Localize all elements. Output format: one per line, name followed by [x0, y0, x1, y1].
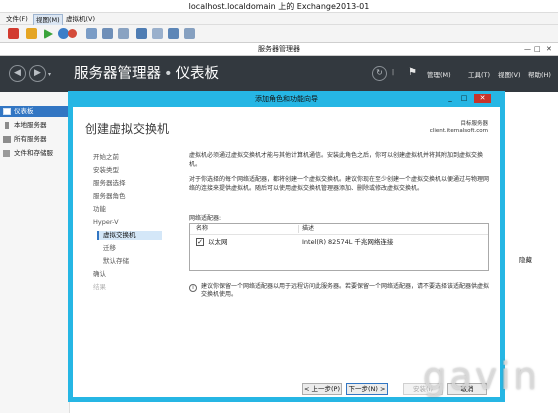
breadcrumb-separator: •	[164, 66, 173, 82]
step-server-roles[interactable]: 服务器角色	[93, 192, 126, 201]
adapter-name: 以太网	[208, 238, 228, 246]
refresh-icon[interactable]: ↻	[372, 66, 387, 81]
destination-label: 目标服务器	[460, 121, 488, 127]
sidebar-item-dashboard[interactable]: 仪表板	[0, 106, 70, 117]
maximize-icon[interactable]: □	[534, 43, 541, 56]
server-manager-header: ◀ ▶ ▾ 服务器管理器 • 仪表板 ↻ | ⚑ 管理(M) 工具(T) 视图(V)…	[0, 56, 558, 92]
vm-toolbar	[0, 25, 558, 43]
vm-window-title: localhost.localdomain 上的 Exchange2013-01	[0, 0, 558, 13]
sidebar-item-label: 仪表板	[14, 107, 34, 115]
step-installation-type[interactable]: 安装类型	[93, 166, 119, 175]
column-header-description[interactable]: 描述	[302, 224, 314, 234]
step-migration[interactable]: 迁移	[103, 244, 116, 253]
maximize-icon[interactable]: □	[459, 94, 469, 103]
previous-button[interactable]: < 上一步(P)	[302, 383, 342, 395]
power-icon[interactable]	[68, 29, 77, 38]
wizard-title: 添加角色和功能向导	[255, 95, 318, 103]
manage-snapshot-icon[interactable]	[118, 28, 129, 39]
breadcrumb-page: 仪表板	[175, 66, 220, 82]
pause-icon[interactable]	[26, 28, 37, 39]
minimize-icon[interactable]: —	[524, 43, 531, 56]
menu-file[interactable]: 文件(F)	[4, 14, 30, 24]
step-default-stores[interactable]: 默认存储	[103, 257, 129, 266]
sidebar-item-label: 文件和存储服	[14, 149, 53, 157]
menu-view-sm[interactable]: 视图(V)	[498, 70, 521, 80]
send-keys-icon[interactable]	[152, 28, 163, 39]
hide-link[interactable]: 隐藏	[519, 254, 532, 264]
info-icon: i	[189, 284, 197, 292]
wizard-content: 虚拟机必须通过虚拟交换机才能与其他计算机通信。安装此角色之后，你可以创建虚拟机并…	[189, 151, 490, 298]
chevron-down-icon[interactable]: ▾	[48, 71, 51, 78]
close-icon[interactable]: ✕	[474, 94, 491, 103]
flag-icon[interactable]: ⚑	[408, 67, 417, 78]
dashboard-icon	[3, 108, 11, 115]
vm-menubar: 文件(F) 视图(M) 虚拟机(V)	[0, 13, 558, 26]
info-message: i 建议你保留一个网络适配器以用于远程访问此服务器。若要保留一个网络适配器，请不…	[189, 283, 489, 299]
back-icon[interactable]: ◀	[9, 65, 26, 82]
refresh-separator: |	[392, 69, 395, 76]
column-header-name[interactable]: 名称	[196, 224, 208, 234]
column-divider	[298, 225, 299, 233]
wizard-body: 创建虚拟交换机 目标服务器 client.iternalsoft.com 开始之…	[73, 107, 500, 397]
breadcrumb-app: 服务器管理器	[74, 66, 161, 82]
menu-tools[interactable]: 工具(T)	[468, 70, 490, 80]
watermark-text: gavin	[423, 355, 540, 398]
close-icon[interactable]: ✕	[546, 43, 552, 56]
revert-icon[interactable]	[102, 28, 113, 39]
sidebar-item-label: 本地服务器	[14, 121, 47, 129]
adapter-description: Intel(R) 82574L 千兆网络连接	[302, 238, 394, 246]
settings-icon[interactable]	[184, 28, 195, 39]
page-title: 服务器管理器 • 仪表板	[74, 64, 219, 84]
step-confirmation[interactable]: 确认	[93, 270, 106, 279]
info-text: 建议你保留一个网络适配器以用于远程访问此服务器。若要保留一个网络适配器，请不要选…	[201, 283, 490, 298]
step-hyper-v[interactable]: Hyper-V	[93, 218, 119, 227]
wizard-titlebar: 添加角色和功能向导 _ □ ✕	[68, 91, 505, 107]
network-adapters-label: 网络适配器:	[189, 215, 222, 222]
server-manager-window-title: 服务器管理器 — □ ✕	[0, 43, 558, 56]
menu-vm[interactable]: 虚拟机(V)	[64, 14, 97, 24]
sidebar-item-file-storage[interactable]: 文件和存储服	[0, 148, 70, 159]
menu-manage[interactable]: 管理(M)	[427, 70, 451, 80]
destination-server-name: client.iternalsoft.com	[429, 128, 488, 134]
sidebar: 仪表板 本地服务器 所有服务器 文件和存储服	[0, 92, 70, 413]
sidebar-item-label: 所有服务器	[14, 135, 47, 143]
play-icon[interactable]	[44, 29, 53, 39]
fullscreen-icon[interactable]	[136, 28, 147, 39]
server-icon	[5, 122, 9, 129]
intro-paragraph: 虚拟机必须通过虚拟交换机才能与其他计算机通信。安装此角色之后，你可以创建虚拟机并…	[189, 152, 484, 168]
step-results: 结果	[93, 283, 106, 291]
stop-icon[interactable]	[8, 28, 19, 39]
next-button[interactable]: 下一步(N) >	[346, 383, 388, 395]
servers-icon	[3, 136, 11, 143]
window-title-text: 服务器管理器	[258, 45, 300, 53]
network-adapter-table: 名称 描述 ✓ 以太网 Intel(R) 82574L 千兆网络连接	[189, 223, 489, 271]
step-before-you-begin[interactable]: 开始之前	[93, 153, 119, 162]
sidebar-item-all-servers[interactable]: 所有服务器	[0, 134, 70, 145]
wizard-heading: 创建虚拟交换机	[85, 122, 170, 136]
minimize-icon[interactable]: _	[445, 94, 455, 103]
storage-icon	[3, 150, 10, 157]
sidebar-item-local-server[interactable]: 本地服务器	[0, 120, 70, 131]
step-features[interactable]: 功能	[93, 205, 106, 214]
adapter-paragraph: 对于你选择的每个网络适配器，都将创建一个虚拟交换机。建议你现在至少创建一个虚拟交…	[189, 176, 490, 192]
menu-help[interactable]: 帮助(H)	[528, 70, 551, 80]
step-server-selection[interactable]: 服务器选择	[93, 179, 126, 188]
snapshot-icon[interactable]	[86, 28, 97, 39]
step-virtual-switches[interactable]: 虚拟交换机	[97, 231, 162, 240]
forward-icon[interactable]: ▶	[29, 65, 46, 82]
adapter-checkbox[interactable]: ✓	[196, 238, 204, 246]
header-divider	[190, 234, 488, 235]
console-icon[interactable]	[168, 28, 179, 39]
destination-server: 目标服务器 client.iternalsoft.com	[430, 121, 488, 135]
